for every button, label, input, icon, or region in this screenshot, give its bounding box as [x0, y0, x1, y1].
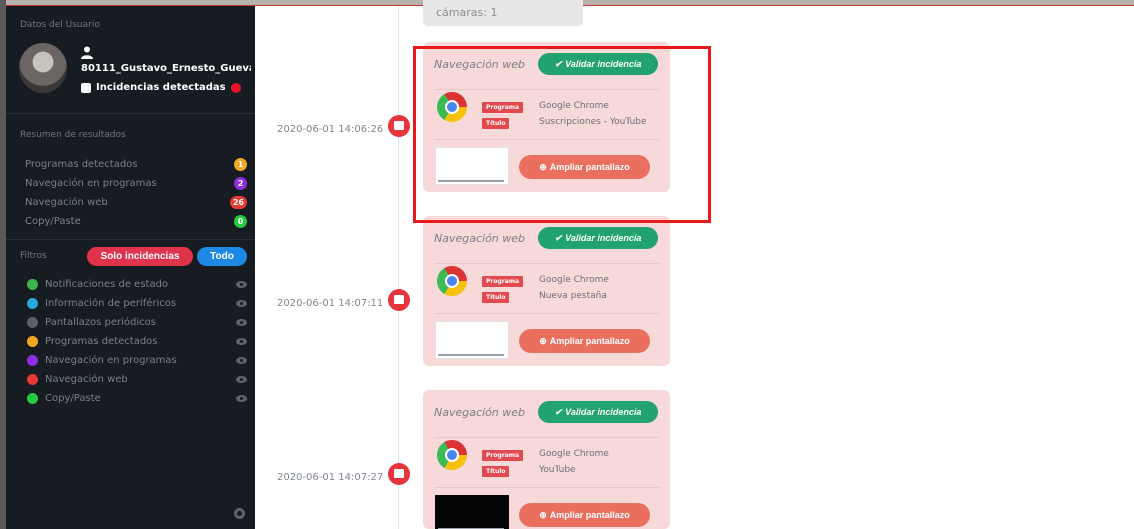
check-icon: ✔	[554, 406, 563, 417]
eye-icon[interactable]	[236, 337, 247, 345]
ampliar-pantallazo-button[interactable]: ⊕ Ampliar pantallazo	[519, 503, 650, 527]
zoom-icon: ⊕	[539, 509, 547, 520]
eye-icon[interactable]	[236, 280, 247, 288]
filter-label: Navegación en programas	[45, 354, 177, 366]
result-count-badge: 26	[229, 195, 247, 209]
results-summary-title: Resumen de resultados	[20, 130, 126, 140]
event-timestamp: 2020-06-01 14:06:26	[277, 124, 384, 135]
result-row: Navegación web 26	[25, 194, 247, 210]
sidebar: Datos del Usuario 80111_Gustavo_Ernesto_…	[6, 6, 255, 529]
divider	[6, 239, 255, 240]
divider	[6, 113, 255, 114]
todo-button[interactable]: Todo	[197, 247, 247, 266]
incidents-icon	[81, 82, 91, 93]
card-divider	[434, 263, 659, 264]
result-row: Copy/Paste 0	[25, 213, 247, 229]
card-divider	[434, 487, 659, 488]
incidencias-label: Incidencias detectadas	[96, 82, 226, 93]
validar-incidencia-button[interactable]: ✔ Validar incidencia	[538, 227, 658, 249]
filters-title: Filtros	[20, 251, 47, 261]
validar-label: Validar incidencia	[565, 407, 642, 417]
titulo-value: YouTube	[539, 465, 576, 475]
eye-icon[interactable]	[236, 356, 247, 364]
camera-icon	[27, 316, 38, 328]
previous-card-fragment: cámaras: 1	[423, 0, 583, 26]
result-count-badge: 1	[234, 157, 247, 171]
titulo-tag: Título	[482, 292, 510, 303]
ampliar-label: Ampliar pantallazo	[549, 510, 630, 520]
browser-event-icon	[388, 463, 410, 485]
eye-icon[interactable]	[236, 375, 247, 383]
zoom-icon: ⊕	[539, 335, 547, 346]
eye-icon[interactable]	[236, 299, 247, 307]
programa-value: Google Chrome	[539, 449, 609, 459]
screenshot-thumbnail[interactable]	[435, 495, 509, 529]
timeline-line	[398, 6, 399, 529]
event-timestamp: 2020-06-01 14:07:27	[277, 472, 384, 483]
user-name: 80111_Gustavo_Ernesto_Gueva	[81, 63, 251, 74]
solo-incidencias-button[interactable]: Solo incidencias	[87, 247, 193, 266]
settings-gear-icon[interactable]	[234, 508, 245, 519]
programa-value: Google Chrome	[539, 275, 609, 285]
browser-event-icon	[388, 115, 410, 137]
highlight-box	[413, 46, 711, 223]
incidencias-detectadas: Incidencias detectadas	[81, 82, 241, 93]
user-data-title: Datos del Usuario	[20, 20, 100, 30]
filter-label: Programas detectados	[45, 335, 158, 347]
filter-row[interactable]: Pantallazos periódicos	[27, 314, 247, 330]
user-icon	[81, 46, 93, 59]
avatar	[19, 43, 67, 93]
filter-label: Copy/Paste	[45, 392, 101, 404]
card-divider	[434, 313, 659, 314]
result-label: Copy/Paste	[25, 215, 81, 227]
browser-event-icon	[388, 289, 410, 311]
filter-row[interactable]: Programas detectados	[27, 333, 247, 349]
titulo-value: Nueva pestaña	[539, 291, 607, 301]
programa-tag: Programa	[482, 450, 524, 461]
result-label: Navegación en programas	[25, 177, 157, 189]
card-divider	[434, 437, 659, 438]
result-label: Programas detectados	[25, 158, 138, 170]
filter-row[interactable]: Navegación en programas	[27, 352, 247, 368]
window-icon	[27, 354, 38, 366]
info-icon	[27, 278, 38, 290]
incident-card: Navegación web ✔ Validar incidencia Program…	[423, 390, 670, 529]
filter-row[interactable]: Copy/Paste	[27, 390, 247, 406]
device-icon	[27, 297, 38, 309]
clipboard-icon	[27, 392, 38, 404]
filter-row[interactable]: Información de periféricos	[27, 295, 247, 311]
alert-dot-icon	[230, 82, 241, 93]
chrome-icon	[437, 266, 467, 296]
result-row: Programas detectados 1	[25, 156, 247, 172]
card-title: Navegación web	[434, 232, 526, 245]
filter-row[interactable]: Navegación web	[27, 371, 247, 387]
eye-icon[interactable]	[236, 318, 247, 326]
screenshot-thumbnail[interactable]	[435, 321, 509, 359]
result-label: Navegación web	[25, 196, 108, 208]
card-title: Navegación web	[434, 406, 526, 419]
validar-incidencia-button[interactable]: ✔ Validar incidencia	[538, 401, 658, 423]
result-count-badge: 2	[234, 176, 247, 190]
result-count-badge: 0	[234, 214, 247, 228]
browser-icon	[27, 373, 38, 385]
event-timestamp: 2020-06-01 14:07:11	[277, 298, 384, 309]
filter-row[interactable]: Notificaciones de estado	[27, 276, 247, 292]
result-row: Navegación en programas 2	[25, 175, 247, 191]
program-icon	[27, 335, 38, 347]
filter-label: Notificaciones de estado	[45, 278, 169, 290]
chrome-icon	[437, 440, 467, 470]
check-icon: ✔	[554, 232, 563, 243]
programa-tag: Programa	[482, 276, 524, 287]
filter-label: Navegación web	[45, 373, 128, 385]
eye-icon[interactable]	[236, 394, 247, 402]
validar-label: Validar incidencia	[565, 233, 642, 243]
titulo-tag: Título	[482, 466, 510, 477]
incident-card: Navegación web ✔ Validar incidencia Program…	[423, 216, 670, 366]
filter-label: Pantallazos periódicos	[45, 316, 156, 328]
ampliar-label: Ampliar pantallazo	[549, 336, 630, 346]
ampliar-pantallazo-button[interactable]: ⊕ Ampliar pantallazo	[519, 329, 650, 353]
filter-label: Información de periféricos	[45, 297, 177, 309]
